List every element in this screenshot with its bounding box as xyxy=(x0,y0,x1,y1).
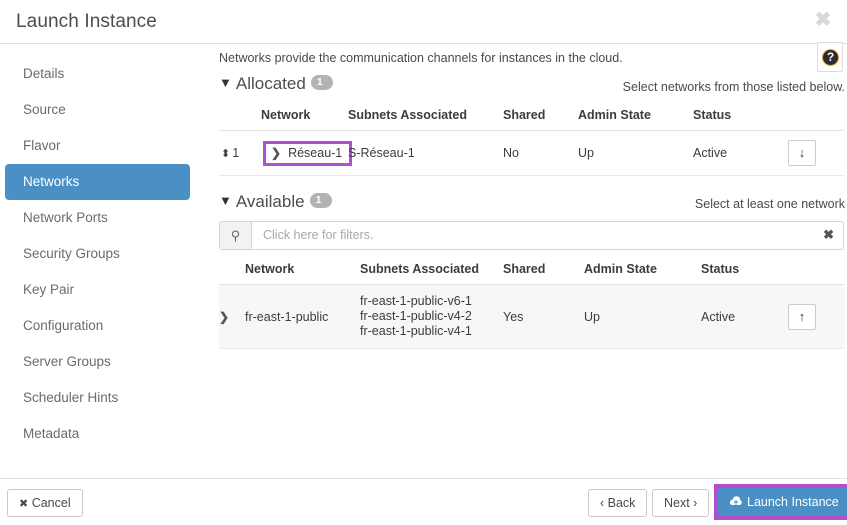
close-icon[interactable]: ✖ xyxy=(811,8,835,32)
allocated-title: Allocated xyxy=(235,74,306,93)
col-subnets: Subnets Associated xyxy=(360,258,503,285)
admin-state-cell: Up xyxy=(584,284,701,349)
subnets-cell: S-Réseau-1 xyxy=(348,130,503,176)
help-question-icon: ? xyxy=(822,49,839,66)
col-network: Network xyxy=(245,258,360,285)
chevron-right-icon[interactable]: ❯ xyxy=(219,310,229,324)
action-cell: ↑ xyxy=(788,284,844,349)
modal-header: Launch Instance ✖ xyxy=(0,0,847,44)
sidebar-item-network-ports[interactable]: Network Ports xyxy=(5,200,190,236)
col-expand xyxy=(219,258,245,285)
col-network: Network xyxy=(261,104,348,131)
col-admin-state: Admin State xyxy=(578,104,693,131)
close-x-icon: ✖ xyxy=(19,498,29,510)
col-status: Status xyxy=(693,104,788,131)
sidebar-item-flavor[interactable]: Flavor xyxy=(5,128,190,164)
chevron-right-icon[interactable]: ❯ xyxy=(271,146,281,161)
intro-text: Networks provide the communication chann… xyxy=(219,51,623,65)
sidebar-item-security-groups[interactable]: Security Groups xyxy=(5,236,190,272)
cancel-button[interactable]: ✖ Cancel xyxy=(7,489,83,517)
sidebar-item-key-pair[interactable]: Key Pair xyxy=(5,272,190,308)
subnet-item: fr-east-1-public-v6-1 xyxy=(360,294,472,308)
allocated-count-badge: 1 xyxy=(310,75,333,91)
available-hint: Select at least one network xyxy=(694,197,845,211)
sidebar-item-networks[interactable]: Networks xyxy=(5,164,190,200)
next-button[interactable]: Next › xyxy=(652,489,710,517)
search-icon[interactable]: ⚲ xyxy=(220,222,252,249)
subnet-item: fr-east-1-public-v4-1 xyxy=(360,324,472,338)
cloud-upload-icon xyxy=(729,490,743,516)
wizard-sidebar: Details Source Flavor Networks Network P… xyxy=(0,44,205,452)
table-header-row: Network Subnets Associated Shared Admin … xyxy=(219,104,844,131)
allocated-hint: Select networks from those listed below. xyxy=(622,80,845,94)
allocated-section-header[interactable]: ▼ Allocated 1 xyxy=(219,74,333,94)
back-button[interactable]: ‹ Back xyxy=(588,489,648,517)
shared-cell: No xyxy=(503,130,578,176)
chevron-down-icon: ▼ xyxy=(219,75,232,90)
table-header-row: Network Subnets Associated Shared Admin … xyxy=(219,258,844,285)
admin-state-cell: Up xyxy=(578,130,693,176)
network-name-highlight[interactable]: ❯ Réseau-1 xyxy=(263,140,353,166)
cancel-label: Cancel xyxy=(31,496,71,510)
col-subnets: Subnets Associated xyxy=(348,104,503,131)
network-cell: ❯ Réseau-1 xyxy=(261,130,353,176)
move-down-button[interactable]: ↓ xyxy=(788,140,816,166)
order-cell[interactable]: ⬍ 1 xyxy=(219,130,261,176)
available-title: Available xyxy=(235,192,305,211)
expand-cell[interactable]: ❯ xyxy=(219,284,245,349)
help-button[interactable]: ? xyxy=(817,42,843,72)
launch-instance-highlight: Launch Instance xyxy=(714,484,847,520)
page-title: Launch Instance xyxy=(16,11,157,32)
sidebar-item-details[interactable]: Details xyxy=(5,56,190,92)
modal-footer: ✖ Cancel ‹ Back Next › Launch Instance xyxy=(0,478,847,525)
col-action xyxy=(788,258,844,285)
network-cell: fr-east-1-public xyxy=(245,284,360,349)
subnets-cell: fr-east-1-public-v6-1 fr-east-1-public-v… xyxy=(360,284,503,349)
available-section-header[interactable]: ▼ Available 1 xyxy=(219,192,332,212)
col-action xyxy=(788,104,844,131)
available-count-badge: 1 xyxy=(309,193,332,209)
col-order xyxy=(219,104,261,131)
sidebar-item-server-groups[interactable]: Server Groups xyxy=(5,344,190,380)
order-number: 1 xyxy=(232,146,240,160)
table-row: ❯ fr-east-1-public fr-east-1-public-v6-1… xyxy=(219,284,844,349)
col-shared: Shared xyxy=(503,104,578,131)
sidebar-item-source[interactable]: Source xyxy=(5,92,190,128)
network-name: Réseau-1 xyxy=(288,145,343,160)
col-shared: Shared xyxy=(503,258,584,285)
chevron-down-icon: ▼ xyxy=(219,193,232,208)
shared-cell: Yes xyxy=(503,284,584,349)
col-admin-state: Admin State xyxy=(584,258,701,285)
col-status: Status xyxy=(701,258,788,285)
table-row: ⬍ 1 ❯ Réseau-1 S-Réseau-1 No Up Active ↓ xyxy=(219,130,844,176)
subnet-item: fr-east-1-public-v4-2 xyxy=(360,309,472,323)
launch-instance-button[interactable]: Launch Instance xyxy=(718,488,847,516)
sidebar-item-metadata[interactable]: Metadata xyxy=(5,416,190,452)
sidebar-item-scheduler-hints[interactable]: Scheduler Hints xyxy=(5,380,190,416)
modal-body: Details Source Flavor Networks Network P… xyxy=(0,42,847,478)
allocated-table: Network Subnets Associated Shared Admin … xyxy=(219,104,844,176)
sidebar-item-configuration[interactable]: Configuration xyxy=(5,308,190,344)
filter-bar: ⚲ ✖ xyxy=(219,221,844,250)
move-up-button[interactable]: ↑ xyxy=(788,303,816,330)
clear-filter-icon[interactable]: ✖ xyxy=(823,226,834,244)
drag-handle-icon[interactable]: ⬍ xyxy=(221,149,230,160)
launch-instance-label: Launch Instance xyxy=(747,495,839,509)
subnet-item: S-Réseau-1 xyxy=(348,145,415,160)
status-cell: Active xyxy=(693,130,788,176)
search-input[interactable] xyxy=(261,227,805,243)
action-cell: ↓ xyxy=(788,130,844,176)
status-cell: Active xyxy=(701,284,788,349)
available-table: Network Subnets Associated Shared Admin … xyxy=(219,258,844,349)
